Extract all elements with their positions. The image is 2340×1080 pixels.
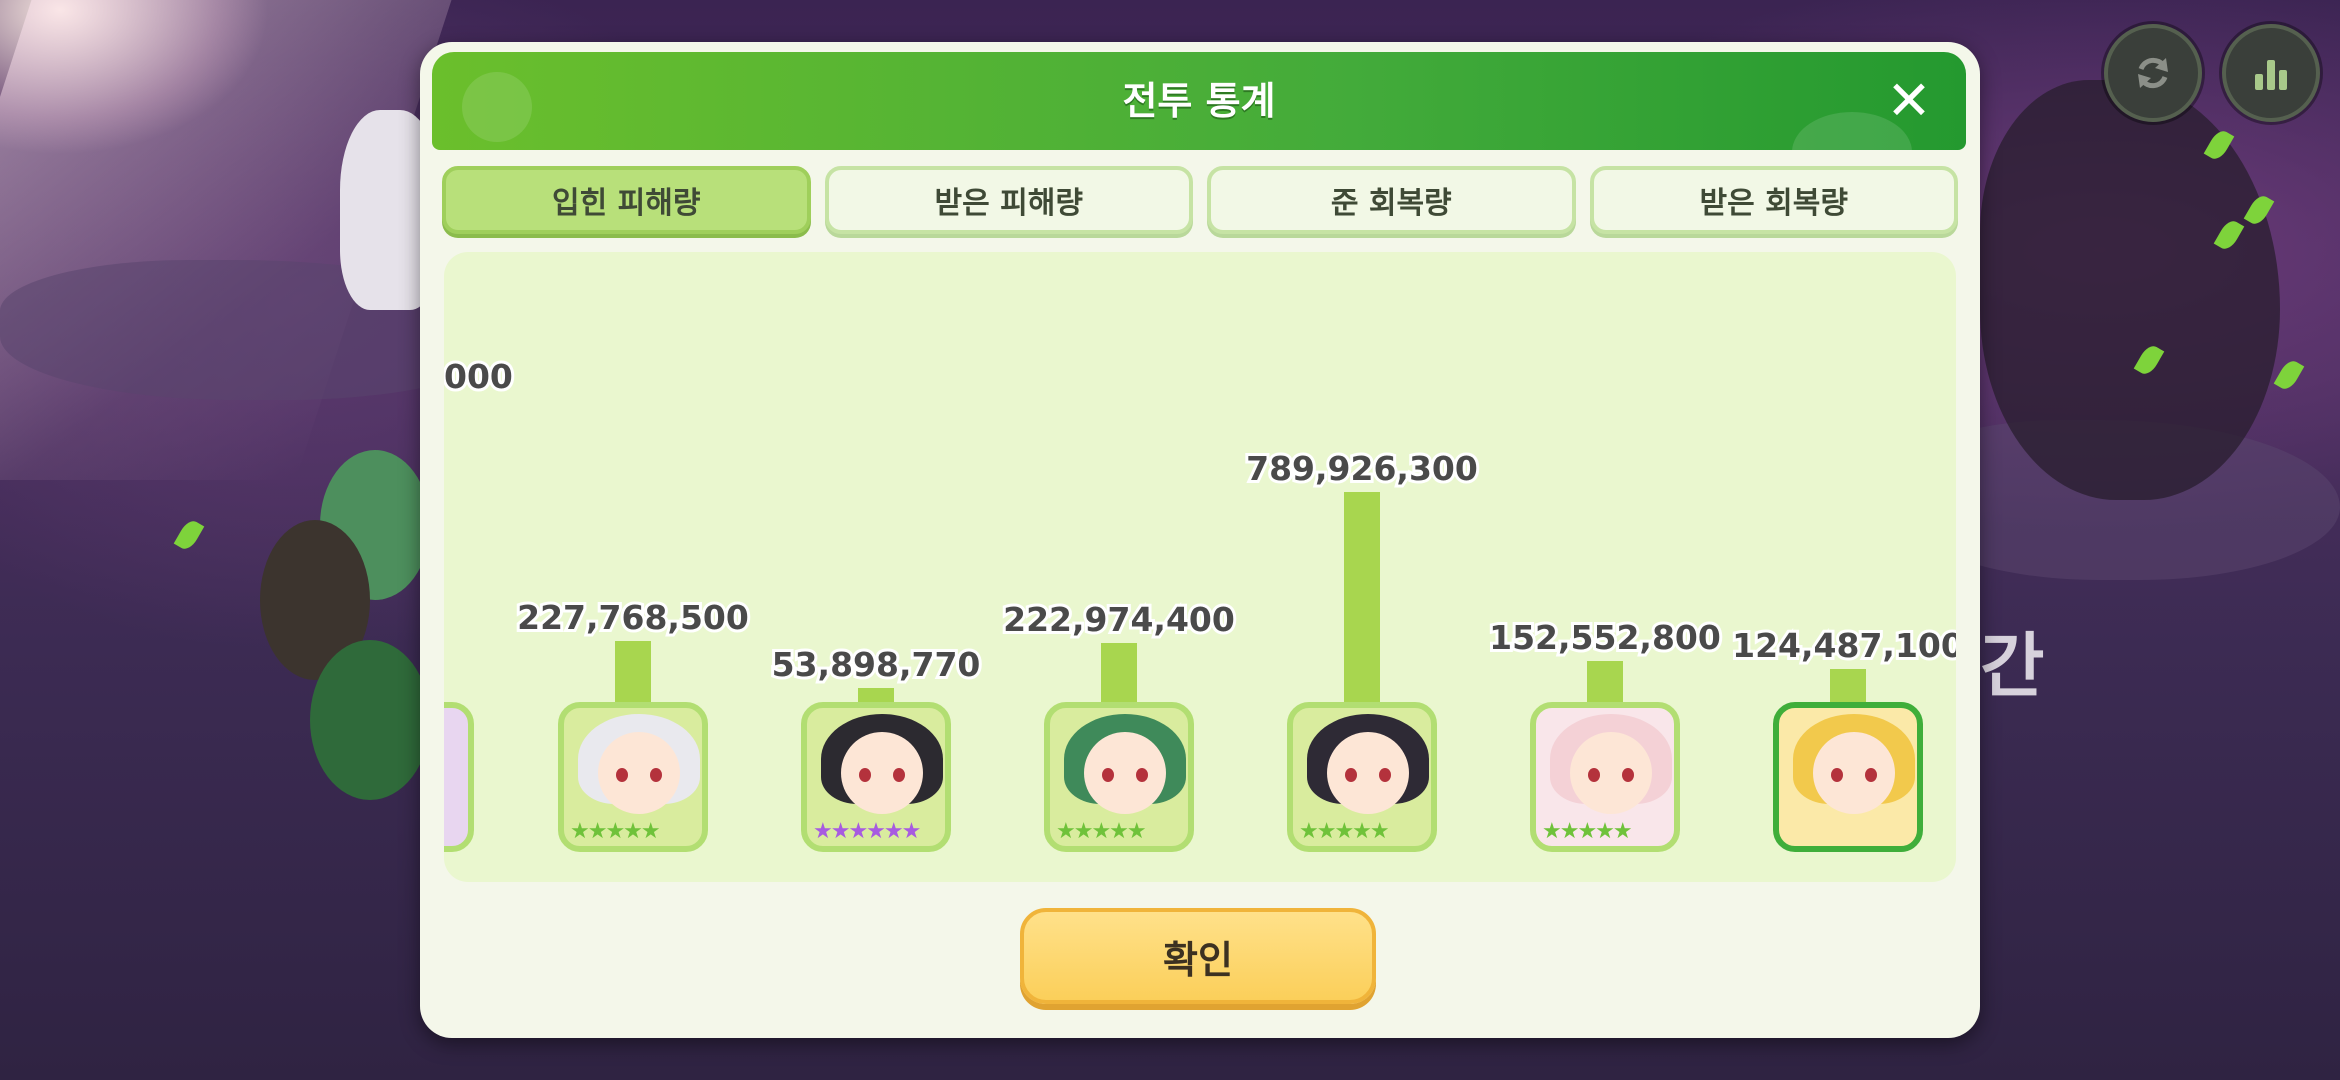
- character-eye: [1588, 768, 1600, 782]
- character-face: [1570, 732, 1652, 814]
- star-rating: ★★★★★★: [813, 819, 921, 844]
- bar-value-label: 222,974,400: [1003, 600, 1235, 639]
- stats-button[interactable]: [2222, 24, 2320, 122]
- star-rating: ★★★★★: [570, 819, 661, 844]
- character-eye: [1136, 768, 1148, 782]
- character-face: [1084, 732, 1166, 814]
- character-face: [841, 732, 923, 814]
- character-face: [1813, 732, 1895, 814]
- refresh-icon: [2138, 57, 2168, 89]
- character-eye: [1345, 768, 1357, 782]
- stat-tabs: 입힌 피해량 받은 피해량 준 회복량 받은 회복량: [442, 166, 1958, 238]
- bar-value-label-partial: 000: [444, 357, 513, 396]
- damage-bar: [1344, 492, 1380, 706]
- bar-value-label: 53,898,770: [772, 645, 981, 684]
- damage-bar: [1101, 643, 1137, 706]
- character-eye: [1831, 768, 1843, 782]
- character-portrait[interactable]: ★★★★★: [1530, 702, 1680, 852]
- character-eye: [1102, 768, 1114, 782]
- tab-damage-dealt[interactable]: 입힌 피해량: [442, 166, 811, 234]
- tab-healing-given[interactable]: 준 회복량: [1207, 166, 1576, 234]
- star-rating: ★★★★★: [1056, 819, 1147, 844]
- battle-stats-dialog: 전투 통계 ✕ 입힌 피해량 받은 피해량 준 회복량 받은 회복량 000 22…: [420, 42, 1980, 1038]
- character-portrait[interactable]: ★★★★★: [1287, 702, 1437, 852]
- leaf-particle: [2273, 357, 2305, 393]
- dialog-header: 전투 통계 ✕: [432, 52, 1966, 150]
- bar-value-label: 124,487,100: [1732, 626, 1956, 665]
- refresh-button[interactable]: [2104, 24, 2202, 122]
- background-text: 간: [1980, 625, 2045, 707]
- background-rock: [1980, 80, 2280, 500]
- character-face: [1327, 732, 1409, 814]
- character-portrait[interactable]: ★★★★★: [558, 702, 708, 852]
- character-eye: [1865, 768, 1877, 782]
- tab-damage-taken[interactable]: 받은 피해량: [824, 166, 1193, 234]
- bar-value-label: 789,926,300: [1246, 449, 1478, 488]
- character-eye: [859, 768, 871, 782]
- star-rating: ★★★★★: [1542, 819, 1633, 844]
- close-button[interactable]: ✕: [1878, 70, 1940, 132]
- character-eye: [616, 768, 628, 782]
- character-eye: [650, 768, 662, 782]
- character-eye: [893, 768, 905, 782]
- background-character: [310, 640, 430, 800]
- damage-chart[interactable]: 000 227,768,500 53,898,770 222,974,400 789,9…: [444, 252, 1956, 882]
- damage-bar: [615, 641, 651, 706]
- character-portrait[interactable]: ★★★★★★: [801, 702, 951, 852]
- character-eye: [1379, 768, 1391, 782]
- character-eye: [1622, 768, 1634, 782]
- character-portrait[interactable]: [1773, 702, 1923, 852]
- confirm-button[interactable]: 확인: [1020, 908, 1376, 1004]
- leaf-particle: [173, 517, 205, 553]
- bar-chart-icon: [2255, 60, 2287, 90]
- character-face: [598, 732, 680, 814]
- damage-bar: [1587, 661, 1623, 706]
- dialog-title: 전투 통계: [1122, 79, 1276, 123]
- character-portrait[interactable]: ★★★★★: [1044, 702, 1194, 852]
- damage-bar: [1830, 669, 1866, 706]
- bar-value-label: 152,552,800: [1489, 618, 1721, 657]
- tab-healing-received[interactable]: 받은 회복량: [1589, 166, 1958, 234]
- bar-value-label: 227,768,500: [517, 598, 749, 637]
- character-portrait-partial[interactable]: [444, 702, 474, 852]
- star-rating: ★★★★★: [1299, 819, 1390, 844]
